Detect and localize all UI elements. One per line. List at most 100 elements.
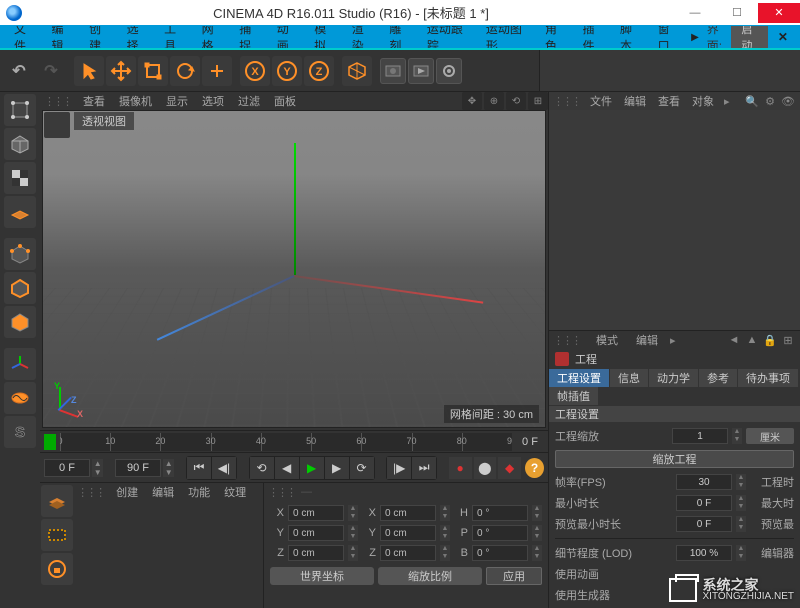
proj-scale-input[interactable] <box>672 428 728 444</box>
lock-button[interactable] <box>41 553 73 585</box>
coord-x-size[interactable] <box>380 505 436 521</box>
timeline-ruler[interactable]: /* ticks rendered below by JS */ 0102030… <box>40 430 548 452</box>
vp-menu-options[interactable]: 选项 <box>196 93 230 109</box>
panel-grip-icon[interactable]: ⋮⋮⋮ <box>268 486 299 499</box>
tab-project-settings[interactable]: 工程设置 <box>549 369 610 387</box>
step-forward-button[interactable]: ▶ <box>325 457 349 479</box>
coord-scale-mode-select[interactable]: 缩放比例 <box>378 567 482 585</box>
coord-system-button[interactable] <box>342 56 372 86</box>
vp-nav-layout[interactable]: ⊞ <box>528 92 548 110</box>
goto-nextkey-button[interactable]: |▶ <box>387 457 411 479</box>
vp-menu-panel[interactable]: 面板 <box>268 93 302 109</box>
snap-button[interactable]: S <box>4 416 36 448</box>
obj-menu-view[interactable]: 查看 <box>652 93 686 109</box>
object-tree[interactable] <box>549 110 800 330</box>
goto-end-button[interactable]: ⏭ <box>412 457 436 479</box>
window-close-button[interactable]: ✕ <box>758 3 800 23</box>
mat-menu-create[interactable]: 创建 <box>110 484 144 500</box>
window-minimize-button[interactable]: — <box>674 3 716 23</box>
preview-min-input[interactable] <box>676 516 732 532</box>
rotate-tool[interactable] <box>170 56 200 86</box>
make-editable-button[interactable] <box>4 94 36 126</box>
vp-menu-camera[interactable]: 摄像机 <box>113 93 158 109</box>
play-forward-button[interactable]: ⟳ <box>350 457 374 479</box>
undo-button[interactable]: ↶ <box>4 56 34 86</box>
obj-menu-file[interactable]: 文件 <box>584 93 618 109</box>
tab-todo[interactable]: 待办事项 <box>738 369 799 387</box>
stepper[interactable]: ▲▼ <box>532 505 542 521</box>
render-settings-button[interactable] <box>436 58 462 84</box>
redo-button[interactable]: ↷ <box>36 56 66 86</box>
workplane-button[interactable] <box>4 196 36 228</box>
coord-y-pos[interactable] <box>288 525 344 541</box>
stepper[interactable]: ▲▼ <box>348 545 358 561</box>
vp-nav-orbit[interactable]: ⟲ <box>506 92 526 110</box>
model-mode-button[interactable] <box>4 128 36 160</box>
step-back-button[interactable]: ◀ <box>275 457 299 479</box>
record-button[interactable]: ● <box>449 457 472 479</box>
render-region-button[interactable] <box>41 519 73 551</box>
filter-icon[interactable]: ⚙ <box>762 93 778 109</box>
mat-menu-texture[interactable]: 纹理 <box>218 484 252 500</box>
viewport-solo-button[interactable] <box>41 485 73 517</box>
viewport-thumb-icon[interactable] <box>44 112 70 138</box>
viewport-canvas[interactable]: Y X Z 网格间距 : 30 cm <box>42 110 546 428</box>
scale-project-button[interactable]: 缩放工程 <box>555 450 794 468</box>
mat-menu-edit[interactable]: 编辑 <box>146 484 180 500</box>
tab-interpolation[interactable]: 帧插值 <box>549 387 598 405</box>
coord-h-rot[interactable] <box>472 505 528 521</box>
goto-start-button[interactable]: ⏮ <box>187 457 211 479</box>
texture-mode-button[interactable] <box>4 162 36 194</box>
window-maximize-button[interactable]: ☐ <box>716 3 758 23</box>
stepper[interactable]: ▲▼ <box>532 545 542 561</box>
points-mode-button[interactable] <box>4 238 36 270</box>
scale-tool[interactable] <box>138 56 168 86</box>
range-start-input[interactable] <box>44 459 90 477</box>
keyframe-button[interactable]: ◆ <box>498 457 521 479</box>
obj-menu-object[interactable]: 对象 <box>686 93 720 109</box>
coord-b-rot[interactable] <box>472 545 528 561</box>
attr-menu-mode[interactable]: 模式 <box>590 332 624 348</box>
doc-close-button[interactable]: ✕ <box>772 30 794 44</box>
stepper[interactable]: ▲▼ <box>348 525 358 541</box>
panel-grip-icon[interactable]: ⋮⋮⋮ <box>553 334 584 347</box>
panel-grip-icon[interactable]: ⋮⋮⋮ <box>44 95 75 108</box>
nav-back-icon[interactable]: ◄ <box>726 332 742 348</box>
recent-tool[interactable] <box>202 56 232 86</box>
edges-mode-button[interactable] <box>4 272 36 304</box>
tweak-mode-button[interactable] <box>4 382 36 414</box>
stepper[interactable]: ▲▼ <box>736 545 746 561</box>
proj-scale-unit[interactable]: 厘米 <box>746 428 794 444</box>
coord-x-pos[interactable] <box>288 505 344 521</box>
stepper[interactable]: ▲▼ <box>440 505 450 521</box>
vp-nav-zoom[interactable]: ⊕ <box>484 92 504 110</box>
coord-z-size[interactable] <box>380 545 436 561</box>
tab-dynamics[interactable]: 动力学 <box>649 369 699 387</box>
chevron-right-icon[interactable]: ▸ <box>720 95 734 108</box>
min-time-input[interactable] <box>676 495 732 511</box>
vp-nav-pan[interactable]: ✥ <box>462 92 482 110</box>
timeline-track[interactable]: /* ticks rendered below by JS */ 0102030… <box>60 433 512 451</box>
search-icon[interactable]: 🔍 <box>744 93 760 109</box>
range-start-stepper[interactable]: ▲▼ <box>92 459 103 477</box>
panel-grip-icon[interactable]: ⋮⋮⋮ <box>77 486 108 499</box>
x-axis-lock[interactable]: X <box>240 56 270 86</box>
autokey-button[interactable]: ⬤ <box>474 457 497 479</box>
timeline-playhead[interactable] <box>44 434 56 450</box>
tab-reference[interactable]: 参考 <box>699 369 738 387</box>
new-window-icon[interactable]: ⊞ <box>780 332 796 348</box>
stepper[interactable]: ▲▼ <box>348 505 358 521</box>
stepper[interactable]: ▲▼ <box>736 474 746 490</box>
render-view-button[interactable] <box>380 58 406 84</box>
tab-info[interactable]: 信息 <box>610 369 649 387</box>
stepper[interactable]: ▲▼ <box>736 495 746 511</box>
coord-apply-button[interactable]: 应用 <box>486 567 542 585</box>
stepper[interactable]: ▲▼ <box>440 525 450 541</box>
render-pv-button[interactable] <box>408 58 434 84</box>
stepper[interactable]: ▲▼ <box>532 525 542 541</box>
move-tool[interactable] <box>106 56 136 86</box>
range-end-input[interactable] <box>115 459 161 477</box>
play-button[interactable]: ▶ <box>300 457 324 479</box>
z-axis-lock[interactable]: Z <box>304 56 334 86</box>
attr-menu-edit[interactable]: 编辑 <box>630 332 664 348</box>
